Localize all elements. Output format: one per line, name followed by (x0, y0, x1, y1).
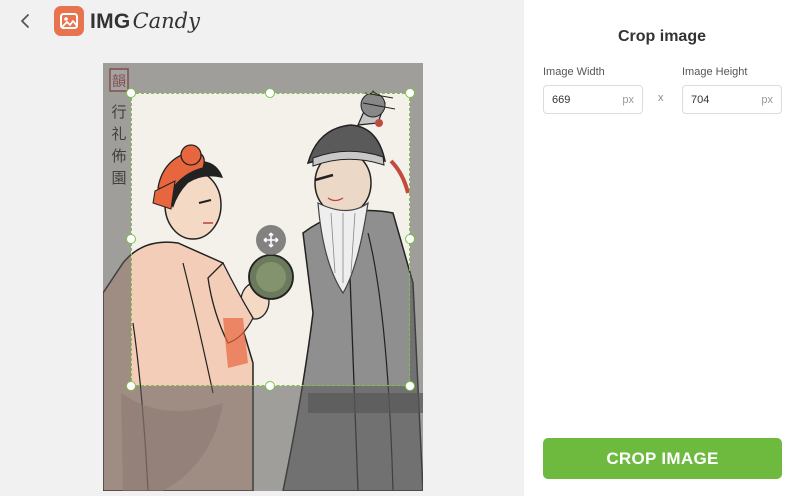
logo[interactable]: IMG Candy (54, 6, 200, 36)
crop-handle-top-left[interactable] (126, 88, 136, 98)
height-field[interactable]: px (682, 85, 782, 114)
editor-workspace: IMG Candy 韻 行 礼 佈 園 看 补 札 (0, 0, 524, 496)
width-field[interactable]: px (543, 85, 643, 114)
width-unit: px (622, 93, 634, 106)
logo-text-primary: IMG (90, 9, 131, 33)
crop-handle-right[interactable] (405, 234, 415, 244)
move-crop-button[interactable] (256, 225, 286, 255)
crop-handle-bottom-left[interactable] (126, 381, 136, 391)
move-arrows-icon (263, 232, 279, 248)
dimension-separator: x (658, 92, 664, 104)
crop-settings-panel: Crop image Image Width px x Image Height… (524, 0, 800, 496)
logo-text-secondary: Candy (132, 8, 200, 33)
back-button[interactable] (14, 10, 36, 32)
crop-handle-left[interactable] (126, 234, 136, 244)
crop-image-button[interactable]: CROP IMAGE (543, 438, 782, 479)
width-input[interactable] (552, 93, 612, 106)
crop-handle-top-right[interactable] (405, 88, 415, 98)
height-label: Image Height (682, 66, 748, 78)
chevron-left-icon (21, 14, 29, 28)
width-label: Image Width (543, 66, 605, 78)
image-logo-icon (54, 6, 84, 36)
crop-handle-top[interactable] (265, 88, 275, 98)
crop-handle-bottom-right[interactable] (405, 381, 415, 391)
height-input[interactable] (691, 93, 751, 106)
panel-title: Crop image (617, 28, 706, 45)
height-unit: px (761, 93, 773, 106)
crop-handle-bottom[interactable] (265, 381, 275, 391)
